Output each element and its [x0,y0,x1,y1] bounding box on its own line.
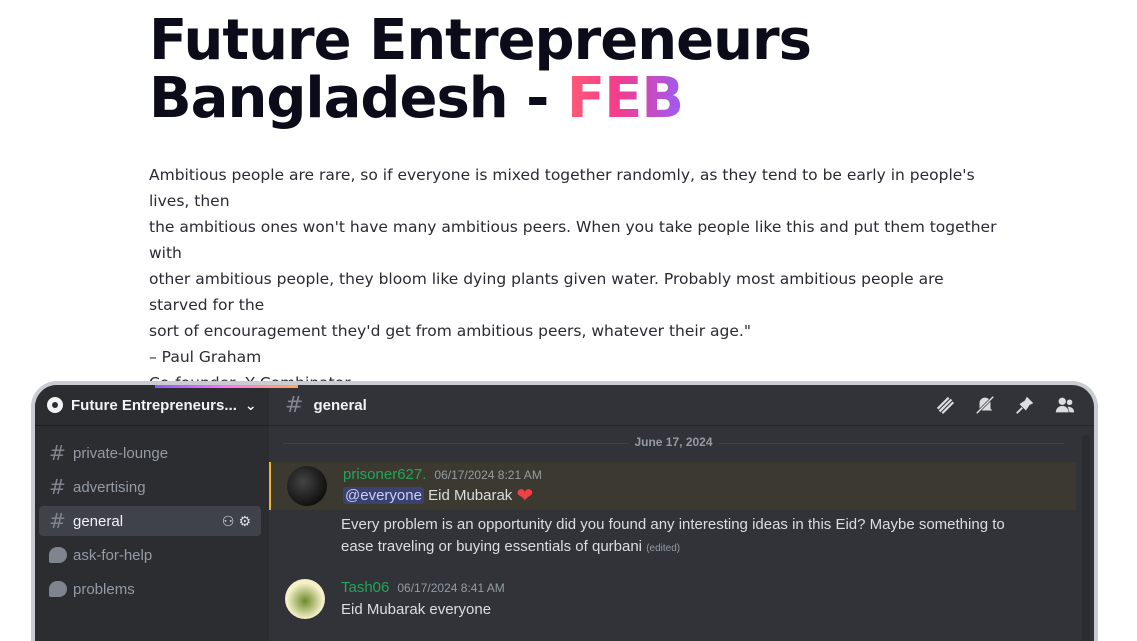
timestamp: 06/17/2024 8:21 AM [434,468,542,482]
page-title: Future Entrepreneurs Bangladesh - FEB [149,8,812,128]
message-text-line: ease traveling or buying essentials of q… [341,536,1005,560]
quote-author: – Paul Graham [149,348,262,366]
message-continuation: Every problem is an opportunity did you … [269,510,1076,560]
username[interactable]: prisoner627. [343,466,426,483]
message-text: ease traveling or buying essentials of q… [341,538,643,555]
edited-label: (edited) [646,543,681,554]
forum-icon [49,581,67,597]
channel-sidebar: Future Entrepreneurs... ⌄ # private-loun… [35,385,298,641]
channel-label: private-lounge [73,444,169,462]
discord-preview: Future Entrepreneurs... ⌄ # private-loun… [31,381,1098,641]
channel-list: # private-lounge # advertising # general… [35,426,269,604]
locked-hash-icon: # [49,475,66,499]
quote-line: sort of encouragement they'd get from am… [149,322,751,340]
channel-label: problems [73,580,135,598]
message-text: Eid Mubarak everyone [341,601,492,618]
channel-problems[interactable]: problems [39,574,261,604]
message-item[interactable]: Tash06 06/17/2024 8:41 AM Eid Mubarak ev… [269,575,1076,635]
title-line-2: Bangladesh - FEB [149,70,811,128]
locked-hash-icon: # [49,441,66,465]
threads-icon[interactable] [934,394,956,416]
message-header: Tash06 06/17/2024 8:41 AM [341,579,505,596]
server-name: Future Entrepreneurs... [71,396,237,414]
forum-icon [49,547,67,563]
message-text: Every problem is an opportunity did you … [341,516,1005,533]
channel-label: advertising [73,478,146,496]
timestamp: 06/17/2024 8:41 AM [397,581,505,595]
heart-emoji-icon: ❤ [516,485,534,507]
mute-bell-icon[interactable] [974,394,996,416]
message-content: Every problem is an opportunity did you … [341,514,1005,560]
hash-icon: # [49,509,66,533]
channel-tools: ⚇⚙ [222,513,255,530]
date-divider: June 17, 2024 [283,435,1064,449]
message-text: Eid Mubarak [423,487,517,504]
date-divider-label: June 17, 2024 [628,435,719,449]
avatar[interactable] [287,466,327,506]
message-item[interactable]: prisoner627. 06/17/2024 8:21 AM @everyon… [269,462,1076,510]
scrollbar[interactable] [1082,435,1090,641]
quote-line: other ambitious people, they bloom like … [149,270,944,314]
invite-icon[interactable]: ⚇ [222,513,239,529]
quote-line: the ambitious ones won't have many ambit… [149,218,997,262]
channel-label: general [73,512,124,530]
title-prefix: Bangladesh - [149,66,567,131]
quote-line: Ambitious people are rare, so if everyon… [149,166,975,210]
channel-title: general [313,396,367,414]
channel-advertising[interactable]: # advertising [39,472,261,502]
pin-icon[interactable] [1014,394,1036,416]
chat-header: # general [269,385,1094,426]
channel-private-lounge[interactable]: # private-lounge [39,438,261,468]
username[interactable]: Tash06 [341,579,389,596]
message-header: prisoner627. 06/17/2024 8:21 AM [343,466,542,483]
message-content: @everyone Eid Mubarak ❤ [343,485,533,507]
members-icon[interactable] [1054,394,1076,416]
channel-general[interactable]: # general ⚇⚙ [39,506,261,536]
chevron-down-icon: ⌄ [244,396,257,413]
channel-ask-for-help[interactable]: ask-for-help [39,540,261,570]
title-accent: FEB [566,66,684,131]
quote-block: Ambitious people are rare, so if everyon… [149,162,999,396]
title-line-1: Future Entrepreneurs [149,8,812,73]
avatar[interactable] [285,579,325,619]
server-header[interactable]: Future Entrepreneurs... ⌄ [35,385,298,426]
header-toolbar [934,394,1076,416]
hash-icon: # [285,392,304,418]
chat-area: # general June 17, 2024 prisoner627. 06/… [269,385,1094,641]
server-icon [47,397,63,413]
channel-label: ask-for-help [73,546,153,564]
gear-icon[interactable]: ⚙ [238,513,255,529]
everyone-mention[interactable]: @everyone [343,487,424,504]
